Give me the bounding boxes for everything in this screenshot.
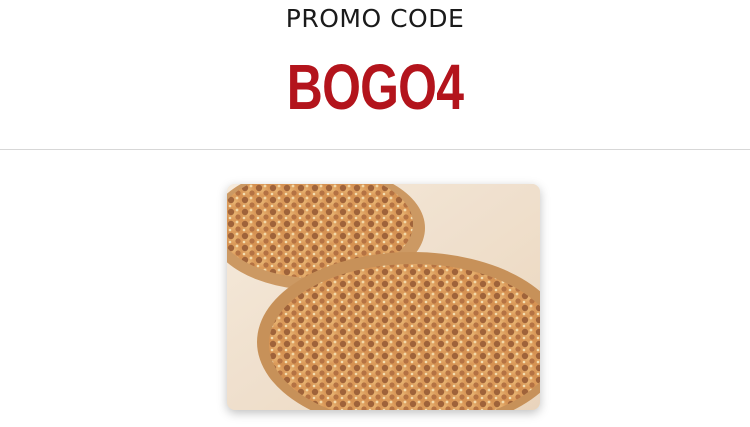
pizza-photo-icon bbox=[227, 184, 540, 410]
pizza-image bbox=[227, 184, 540, 410]
promo-code-label: PROMO CODE bbox=[285, 4, 465, 33]
divider bbox=[0, 149, 750, 150]
promo-header: PROMO CODE BOGO4 bbox=[0, 0, 750, 149]
promo-code-value: BOGO4 bbox=[286, 51, 464, 123]
